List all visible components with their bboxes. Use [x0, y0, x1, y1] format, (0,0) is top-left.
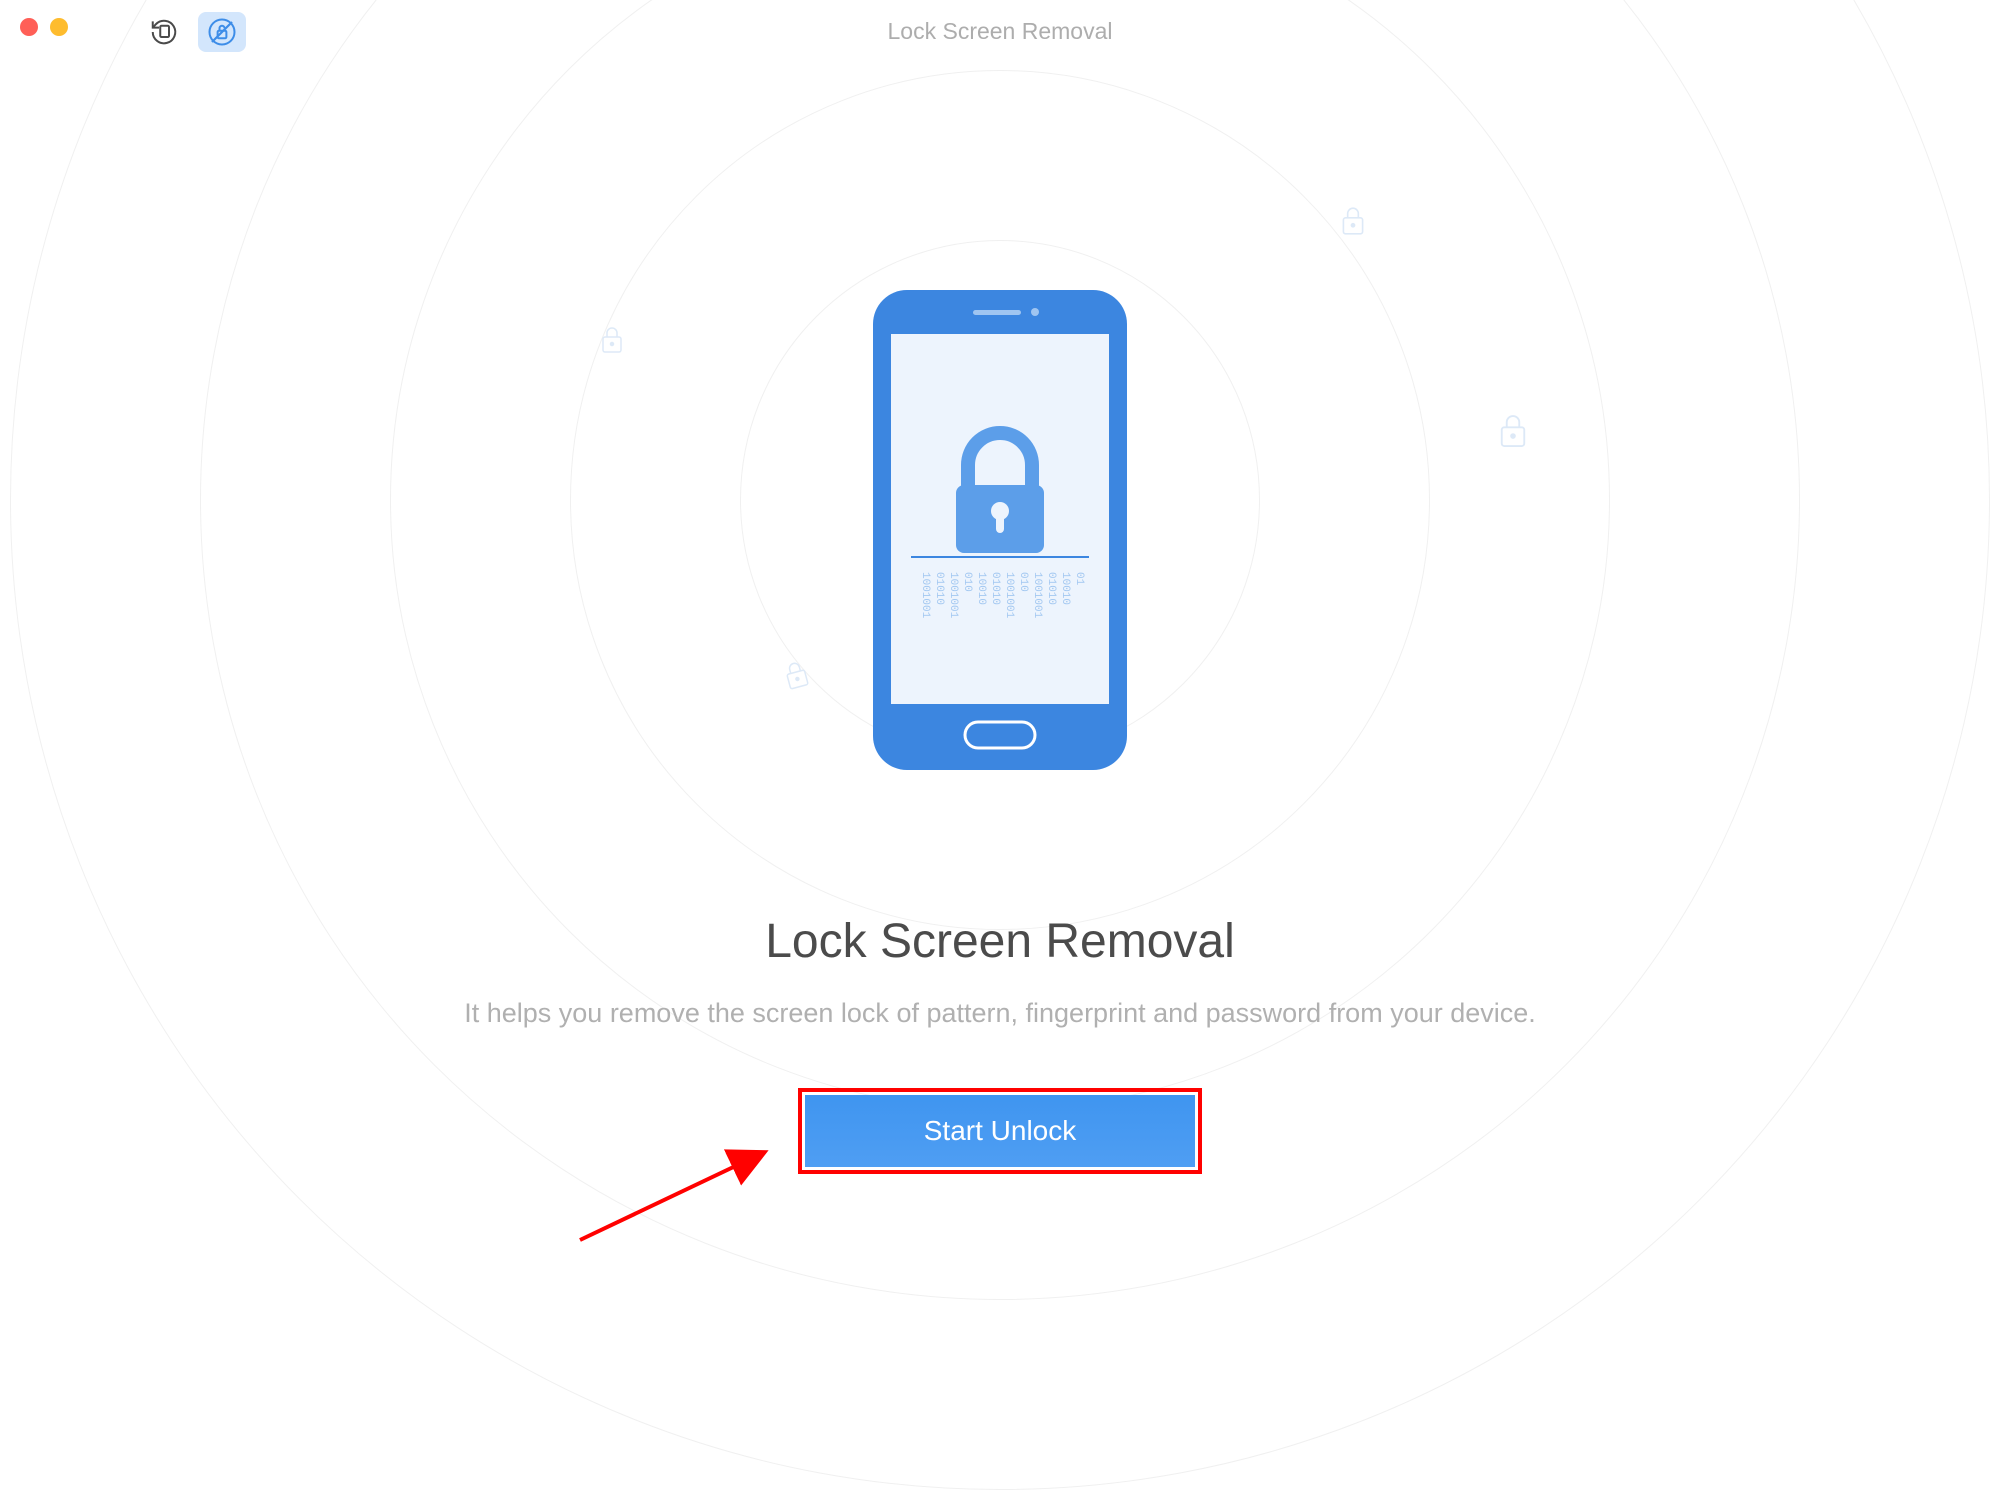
svg-text:1001001: 1001001 — [919, 572, 931, 619]
titlebar: Lock Screen Removal — [0, 0, 2000, 60]
svg-text:10010: 10010 — [975, 572, 987, 605]
lock-icon — [600, 325, 624, 360]
svg-text:010: 010 — [1017, 572, 1029, 592]
svg-text:1001001: 1001001 — [947, 572, 959, 619]
svg-text:1001001: 1001001 — [1031, 572, 1043, 619]
lock-icon — [1340, 205, 1366, 242]
svg-text:01: 01 — [1073, 572, 1085, 586]
window-title: Lock Screen Removal — [888, 18, 1113, 45]
page-title: Lock Screen Removal — [765, 914, 1235, 969]
main-content: 1001001 01010 1001001 010 10010 01010 10… — [0, 60, 2000, 1240]
highlight-annotation: Start Unlock — [798, 1088, 1202, 1174]
unlock-icon — [207, 17, 237, 47]
toolbar — [140, 12, 246, 52]
annotation-arrow — [570, 1140, 780, 1255]
phone-illustration: 1001001 01010 1001001 010 10010 01010 10… — [873, 290, 1127, 775]
minimize-button[interactable] — [50, 18, 68, 36]
svg-text:01010: 01010 — [1045, 572, 1057, 605]
close-button[interactable] — [20, 18, 38, 36]
svg-text:01010: 01010 — [989, 572, 1001, 605]
start-unlock-button[interactable]: Start Unlock — [805, 1095, 1195, 1167]
lock-icon — [781, 657, 813, 697]
page-description: It helps you remove the screen lock of p… — [464, 998, 1536, 1029]
svg-text:01010: 01010 — [933, 572, 945, 605]
svg-text:10010: 10010 — [1059, 572, 1071, 605]
svg-text:010: 010 — [961, 572, 973, 592]
svg-text:1001001: 1001001 — [1003, 572, 1015, 619]
lock-icon — [1498, 412, 1528, 455]
unlock-tool-button[interactable] — [198, 12, 246, 52]
history-icon — [149, 17, 179, 47]
history-button[interactable] — [140, 12, 188, 52]
window-controls — [20, 18, 68, 36]
